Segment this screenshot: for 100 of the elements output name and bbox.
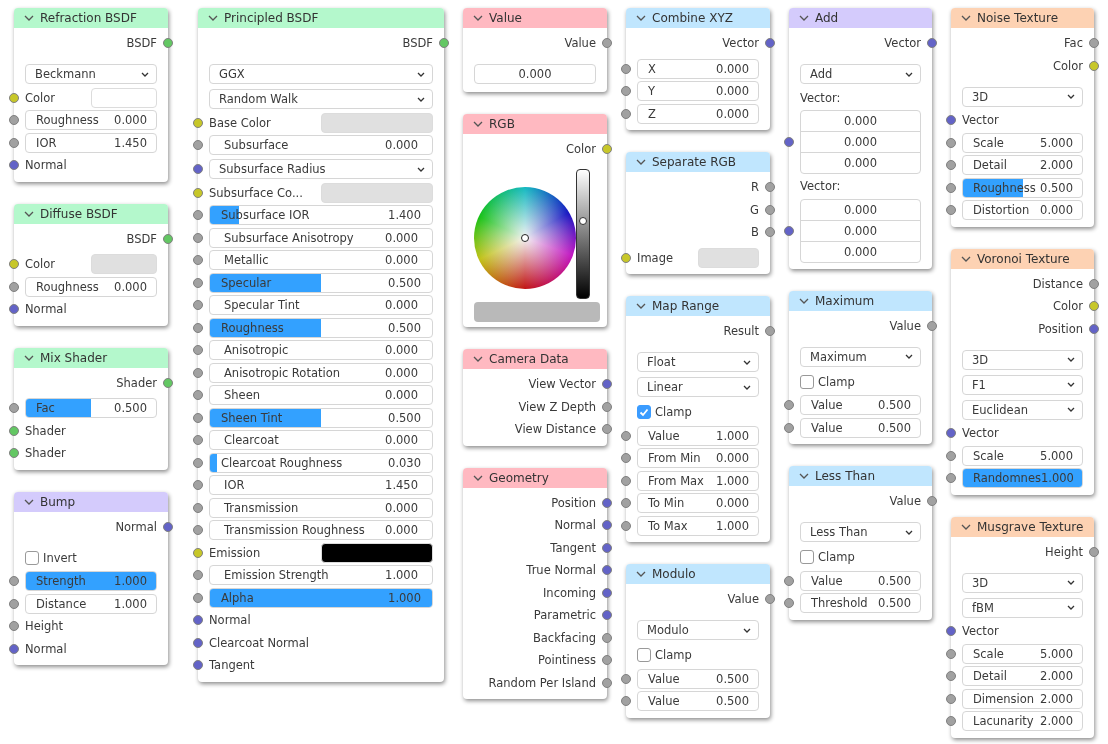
number-field[interactable]: Transmission Roughness 0.000 (209, 520, 433, 541)
socket[interactable] (602, 587, 612, 598)
socket[interactable] (193, 187, 203, 198)
node-header[interactable]: Voronoi Texture (951, 248, 1094, 269)
node-header[interactable]: Value (463, 8, 607, 28)
socket[interactable] (621, 475, 631, 486)
slider-field[interactable]: Strength 1.000 (25, 571, 157, 592)
chevron-icon[interactable] (799, 473, 809, 479)
number-field[interactable]: From Max 1.000 (637, 470, 759, 491)
number-field[interactable]: Detail 2.000 (962, 666, 1083, 687)
socket[interactable] (9, 576, 19, 587)
socket[interactable] (193, 140, 203, 151)
socket[interactable] (946, 182, 956, 193)
socket[interactable] (946, 473, 956, 484)
chevron-icon[interactable] (473, 474, 483, 481)
socket[interactable] (621, 430, 631, 441)
number-field[interactable]: Lacunarity 2.000 (962, 711, 1083, 732)
node-header[interactable]: Musgrave Texture (951, 516, 1094, 537)
socket[interactable] (765, 594, 775, 605)
number-field[interactable]: Value 1.000 (637, 425, 759, 446)
number-field[interactable]: 0.000 (474, 64, 596, 84)
number-field[interactable]: Distortion 0.000 (962, 200, 1083, 221)
node-header[interactable]: Modulo (626, 564, 770, 584)
number-field[interactable]: 0.000 (801, 240, 920, 262)
number-field[interactable]: Value 0.500 (637, 668, 759, 689)
chevron-icon[interactable] (799, 297, 809, 304)
dropdown[interactable]: F1 (962, 374, 1083, 395)
value-slider[interactable] (576, 169, 590, 299)
slider-field[interactable]: Specular 0.500 (209, 272, 433, 293)
socket[interactable] (621, 252, 631, 263)
socket[interactable] (9, 643, 19, 654)
socket[interactable] (765, 38, 775, 49)
number-field[interactable]: Emission Strength 1.000 (209, 565, 433, 586)
socket[interactable] (163, 377, 173, 388)
socket[interactable] (946, 205, 956, 216)
socket[interactable] (946, 671, 956, 682)
socket[interactable] (621, 498, 631, 509)
dropdown[interactable]: Beckmann (25, 64, 157, 84)
number-field[interactable]: IOR 1.450 (25, 132, 157, 153)
socket[interactable] (602, 520, 612, 531)
number-field[interactable]: 0.000 (801, 131, 920, 152)
chevron-icon[interactable] (799, 15, 809, 21)
dropdown[interactable]: Maximum (800, 346, 921, 367)
socket[interactable] (602, 677, 612, 688)
number-field[interactable]: Subsurface 0.000 (209, 135, 433, 156)
socket[interactable] (9, 598, 19, 609)
chevron-icon[interactable] (961, 15, 971, 21)
socket[interactable] (193, 525, 203, 536)
socket[interactable] (9, 621, 19, 632)
checkbox[interactable] (800, 374, 814, 389)
socket[interactable] (602, 632, 612, 643)
socket[interactable] (927, 496, 937, 507)
dropdown[interactable]: fBM (962, 597, 1083, 618)
number-field[interactable]: Distance 1.000 (25, 593, 157, 614)
socket[interactable] (946, 137, 956, 148)
socket[interactable] (193, 480, 203, 491)
slider-field[interactable]: Randomnes1.000 (962, 468, 1083, 489)
socket[interactable] (602, 401, 612, 412)
color-swatch[interactable] (474, 302, 600, 322)
node-header[interactable]: Geometry (463, 467, 607, 488)
number-field[interactable]: X 0.000 (637, 58, 759, 79)
slider-field[interactable]: Sheen Tint 0.500 (209, 407, 433, 428)
socket[interactable] (946, 693, 956, 704)
number-field[interactable]: Value 0.500 (800, 395, 921, 416)
socket[interactable] (193, 300, 203, 311)
socket[interactable] (193, 570, 203, 581)
color-swatch[interactable] (91, 254, 157, 275)
number-field[interactable]: Detail 2.000 (962, 155, 1083, 176)
socket[interactable] (927, 320, 937, 331)
socket[interactable] (927, 38, 937, 49)
socket[interactable] (765, 204, 775, 215)
socket[interactable] (621, 453, 631, 464)
number-field[interactable]: Transmission 0.000 (209, 497, 433, 518)
socket[interactable] (9, 115, 19, 126)
socket[interactable] (946, 450, 956, 461)
socket[interactable] (784, 422, 794, 433)
color-swatch[interactable] (321, 542, 433, 563)
socket[interactable] (9, 304, 19, 315)
socket[interactable] (193, 660, 203, 671)
socket[interactable] (784, 225, 794, 236)
number-field[interactable]: Scale 5.000 (962, 445, 1083, 466)
socket[interactable] (9, 259, 19, 270)
socket[interactable] (9, 448, 19, 459)
socket[interactable] (163, 38, 173, 49)
dropdown[interactable]: 3D (962, 349, 1083, 370)
dropdown[interactable]: Add (800, 64, 921, 84)
socket[interactable] (193, 232, 203, 243)
node-header[interactable]: RGB (463, 113, 607, 134)
number-field[interactable]: Y 0.000 (637, 81, 759, 102)
chevron-icon[interactable] (961, 523, 971, 530)
socket[interactable] (1089, 546, 1099, 557)
socket[interactable] (193, 390, 203, 401)
number-field[interactable]: Specular Tint 0.000 (209, 295, 433, 316)
number-field[interactable]: IOR 1.450 (209, 475, 433, 496)
chevron-icon[interactable] (24, 498, 34, 505)
number-field[interactable]: Value 0.500 (800, 417, 921, 438)
socket[interactable] (621, 108, 631, 119)
chevron-icon[interactable] (208, 15, 218, 21)
socket[interactable] (946, 648, 956, 659)
socket[interactable] (193, 435, 203, 446)
